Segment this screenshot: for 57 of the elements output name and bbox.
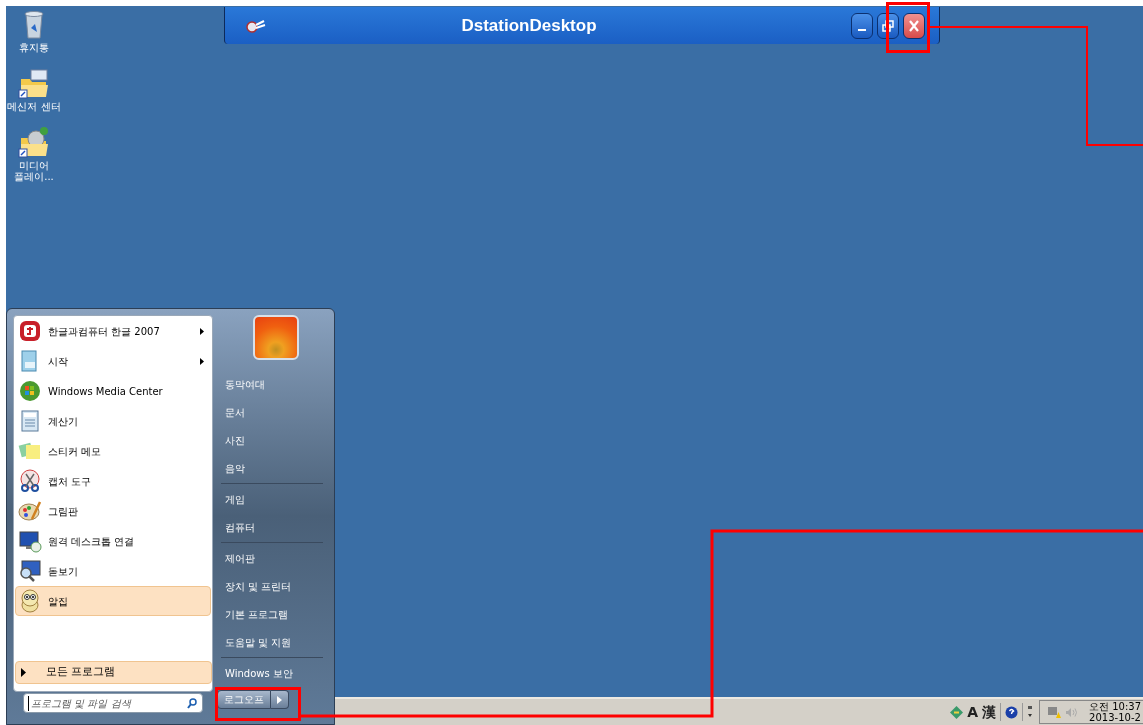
folder-icon[interactable] — [18, 67, 50, 99]
start-menu-link[interactable]: 음악 — [221, 454, 331, 482]
desktop-icon-label[interactable]: 메신저 센터 — [6, 101, 62, 112]
start-menu-link[interactable]: 동막여대 — [221, 370, 331, 398]
magnifier-icon — [18, 559, 42, 583]
options-icon[interactable] — [1027, 705, 1033, 719]
user-picture — [253, 315, 299, 360]
start-menu-link[interactable]: 기본 프로그램 — [221, 600, 331, 628]
pen-icon — [950, 705, 964, 719]
cartoon-mascot-icon — [18, 589, 42, 613]
program-menu-item[interactable]: 그림판 — [15, 496, 211, 526]
language-indicator[interactable]: 漢 — [982, 701, 996, 723]
start-menu-link[interactable]: Windows 보안 — [221, 659, 331, 687]
palette-icon — [18, 499, 42, 523]
start-menu-link[interactable]: 사진 — [221, 426, 331, 454]
program-menu-item[interactable]: 원격 데스크톱 연결 — [15, 526, 211, 556]
desktop-icon-label[interactable]: 미디어 플레이... — [6, 160, 62, 182]
minimize-button[interactable] — [851, 12, 873, 39]
scissors-icon — [18, 469, 42, 493]
help-icon[interactable] — [1005, 705, 1018, 719]
folder-icon[interactable] — [18, 126, 50, 158]
right-triangle-icon — [21, 668, 26, 677]
search-icon — [187, 697, 197, 709]
shutdown-options-button[interactable] — [271, 690, 289, 709]
start-menu-link[interactable]: 게임 — [221, 485, 331, 513]
start-menu-link[interactable]: 문서 — [221, 398, 331, 426]
calculator-icon — [18, 409, 42, 433]
clock-date: 2013-10-2 — [1089, 712, 1141, 723]
program-menu-item[interactable]: 한글과컴퓨터 한글 2007 — [15, 316, 211, 346]
start-menu-link[interactable]: 제어판 — [221, 544, 331, 572]
program-menu-item[interactable]: 계산기 — [15, 406, 211, 436]
program-menu-item[interactable]: 알집 — [15, 586, 211, 616]
start-menu-link[interactable]: 장치 및 프린터 — [221, 572, 331, 600]
media-center-icon — [18, 379, 42, 403]
all-programs-button[interactable]: 모든 프로그램 — [15, 661, 212, 684]
language-indicator[interactable]: A — [967, 701, 978, 723]
program-menu-item[interactable]: 캡처 도구 — [15, 466, 211, 496]
hangul-app-icon — [18, 319, 42, 343]
highlight-frame — [886, 2, 930, 53]
close-icon — [908, 19, 920, 32]
program-menu-item[interactable]: 스티커 메모 — [15, 436, 211, 466]
minimize-icon — [857, 28, 867, 31]
restore-button[interactable] — [877, 12, 899, 39]
search-field[interactable]: 프로그램 및 파일 검색 — [23, 693, 203, 713]
program-menu-item[interactable]: 시작 — [15, 346, 211, 376]
program-menu-item[interactable]: 돋보기 — [15, 556, 211, 586]
start-menu-link[interactable]: 도움말 및 지원 — [221, 628, 331, 656]
desktop-icon-label[interactable]: 휴지통 — [6, 42, 62, 53]
start-menu-link[interactable]: 컴퓨터 — [221, 513, 331, 541]
clock-time: 오전 10:37 — [1089, 701, 1141, 712]
restore-icon — [882, 19, 894, 32]
program-menu-item[interactable]: Windows Media Center — [15, 376, 211, 406]
close-button[interactable] — [903, 12, 925, 39]
right-triangle-icon — [277, 695, 282, 704]
window-title: DstationDesktop — [460, 14, 598, 37]
monitor-icon — [18, 529, 42, 553]
plug-icon — [245, 18, 267, 33]
